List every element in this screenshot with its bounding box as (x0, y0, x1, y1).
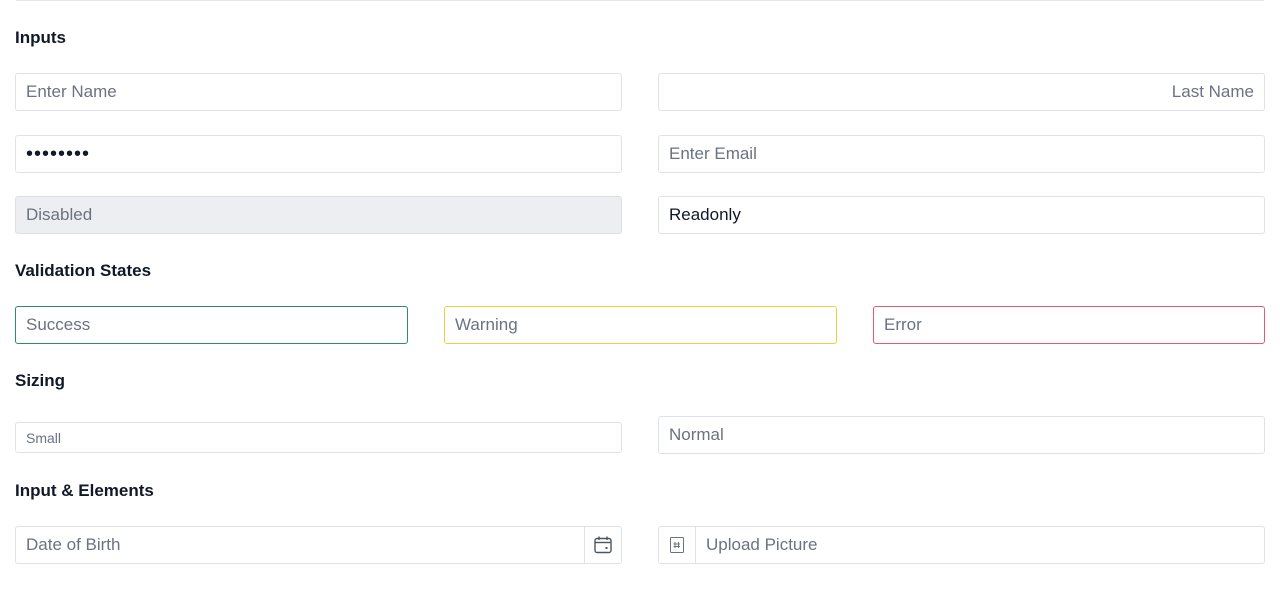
image-file-icon (670, 537, 684, 553)
normal-input[interactable] (658, 416, 1265, 454)
section-title-sizing: Sizing (15, 371, 66, 390)
email-input[interactable] (658, 135, 1265, 173)
date-of-birth-input[interactable] (16, 527, 584, 563)
small-input[interactable] (15, 422, 622, 453)
warning-input[interactable] (444, 306, 837, 344)
error-input[interactable] (873, 306, 1265, 344)
section-title-validation: Validation States (15, 261, 152, 280)
section-title-inputs: Inputs (15, 28, 66, 47)
disabled-input (15, 196, 622, 234)
success-input[interactable] (15, 306, 408, 344)
calendar-button[interactable] (584, 527, 621, 563)
readonly-input[interactable] (658, 196, 1265, 234)
section-title-elements: Input & Elements (15, 481, 154, 500)
upload-picture-input[interactable] (696, 527, 1264, 563)
top-divider (16, 0, 1264, 1)
first-name-input[interactable] (15, 73, 622, 111)
password-input[interactable] (15, 135, 622, 173)
calendar-icon (594, 536, 612, 554)
last-name-input[interactable] (658, 73, 1265, 111)
upload-button[interactable] (659, 527, 696, 563)
upload-picture-group (658, 526, 1265, 564)
date-of-birth-group (15, 526, 622, 564)
